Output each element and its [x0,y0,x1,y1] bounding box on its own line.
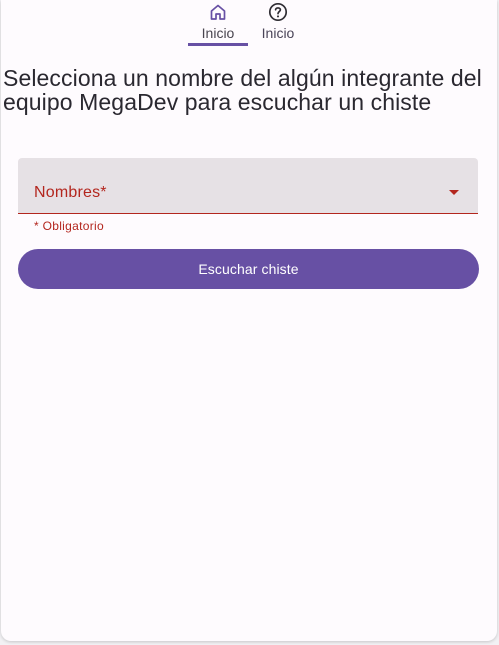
tab-bar: Inicio Inicio [1,0,497,46]
tab-inicio-home[interactable]: Inicio [188,0,248,46]
app-frame: Inicio Inicio Selecciona un nombre del a… [1,0,497,641]
tab-label: Inicio [261,25,295,41]
names-select[interactable]: Nombres* [18,158,478,214]
active-tab-indicator [188,43,248,46]
home-icon [210,4,226,20]
help-circle-icon [268,2,288,22]
tab-inicio-help[interactable]: Inicio [248,0,308,46]
page-heading: Selecciona un nombre del algún integrant… [3,65,482,115]
names-select-label: Nombres* [34,184,107,201]
listen-joke-button[interactable]: Escuchar chiste [18,249,479,289]
required-helper-text: * Obligatorio [34,219,104,233]
dropdown-arrow-icon [449,190,459,195]
tab-label: Inicio [201,25,235,41]
